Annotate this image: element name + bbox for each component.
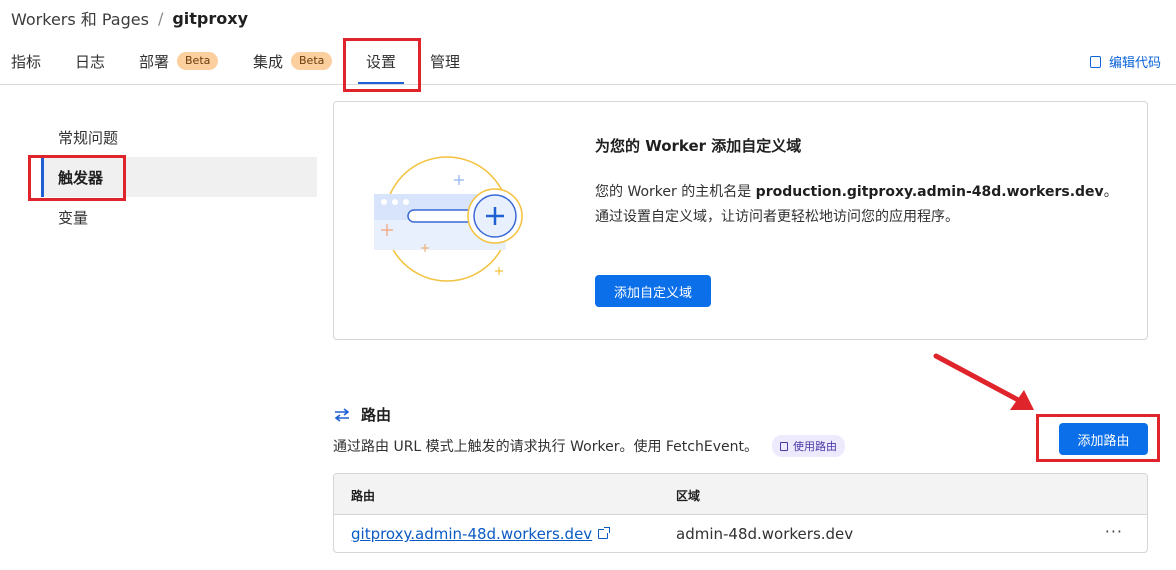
book-icon — [779, 441, 788, 451]
tab-label: 集成 — [253, 52, 284, 71]
tab-label: 管理 — [430, 52, 461, 71]
sidenav-item-label: 常规问题 — [58, 128, 119, 147]
tab-manage[interactable]: 管理 — [430, 38, 460, 84]
routes-header: 路由 — [333, 404, 391, 425]
tab-logs[interactable]: 日志 — [75, 38, 105, 84]
breadcrumb-separator: / — [157, 8, 164, 28]
breadcrumb: Workers 和 Pages / gitproxy — [11, 6, 248, 30]
route-cell: gitproxy.admin-48d.workers.dev — [351, 525, 611, 543]
breadcrumb-parent[interactable]: Workers 和 Pages — [11, 6, 149, 30]
custom-domain-card: 为您的 Worker 添加自定义域 您的 Worker 的主机名是 produc… — [333, 101, 1148, 340]
tab-metrics[interactable]: 指标 — [11, 38, 41, 84]
sidenav-item-general[interactable]: 常规问题 — [41, 117, 317, 157]
tab-bar: 指标 日志 部署 Beta 集成 Beta 设置 管理 — [0, 38, 1176, 85]
routes-title: 路由 — [361, 406, 392, 424]
column-header-zone: 区域 — [676, 489, 701, 503]
breadcrumb-current: gitproxy — [172, 8, 249, 28]
more-actions-button[interactable]: ··· — [1105, 522, 1123, 541]
highlight-box-settings-tab — [343, 38, 421, 92]
highlight-box-add-route — [1036, 414, 1160, 462]
tab-integrations[interactable]: 集成 Beta — [253, 38, 333, 84]
column-header-route: 路由 — [351, 489, 376, 503]
sidenav-item-label: 变量 — [58, 208, 89, 227]
red-arrow-annotation — [933, 353, 1034, 410]
tab-label: 部署 — [139, 52, 170, 71]
use-routes-label: 使用路由 — [792, 440, 837, 453]
custom-domain-title: 为您的 Worker 添加自定义域 — [595, 137, 802, 155]
sidenav-item-variables[interactable]: 变量 — [41, 197, 317, 237]
edit-code-label: 编辑代码 — [1108, 56, 1161, 71]
routes-description-row: 通过路由 URL 模式上触发的请求执行 Worker。使用 FetchEvent… — [333, 435, 845, 457]
route-link-text: gitproxy.admin-48d.workers.dev — [351, 525, 593, 543]
route-link[interactable]: gitproxy.admin-48d.workers.dev — [351, 525, 611, 543]
beta-badge: Beta — [177, 52, 219, 70]
table-row: gitproxy.admin-48d.workers.dev admin-48d… — [334, 515, 1147, 552]
tab-label: 日志 — [75, 52, 106, 71]
custom-domain-text: 为您的 Worker 添加自定义域 您的 Worker 的主机名是 produc… — [595, 135, 1125, 230]
routes-table: 路由 区域 gitproxy.admin-48d.workers.dev adm… — [333, 473, 1148, 553]
custom-domain-illustration — [374, 156, 523, 282]
code-file-icon — [1089, 55, 1101, 68]
add-custom-domain-button[interactable]: 添加自定义域 — [595, 275, 711, 307]
tab-label: 指标 — [11, 52, 42, 71]
routes-description: 通过路由 URL 模式上触发的请求执行 Worker。使用 FetchEvent… — [333, 439, 758, 455]
workers-settings-page: Workers 和 Pages / gitproxy 指标 日志 部署 Beta… — [0, 0, 1176, 570]
highlight-box-triggers — [28, 155, 126, 201]
external-link-icon — [598, 527, 611, 539]
beta-badge: Beta — [291, 52, 333, 70]
worker-hostname: production.gitproxy.admin-48d.workers.de… — [755, 184, 1104, 200]
edit-code-link[interactable]: 编辑代码 — [1089, 52, 1161, 71]
use-routes-doc-link[interactable]: 使用路由 — [771, 435, 845, 457]
table-header: 路由 区域 — [334, 474, 1147, 515]
custom-domain-description: 您的 Worker 的主机名是 production.gitproxy.admi… — [595, 180, 1125, 230]
desc-prefix: 您的 Worker 的主机名是 — [595, 184, 756, 200]
swap-arrows-icon — [334, 407, 350, 422]
zone-cell: admin-48d.workers.dev — [676, 525, 854, 543]
tab-deployments[interactable]: 部署 Beta — [139, 38, 219, 84]
